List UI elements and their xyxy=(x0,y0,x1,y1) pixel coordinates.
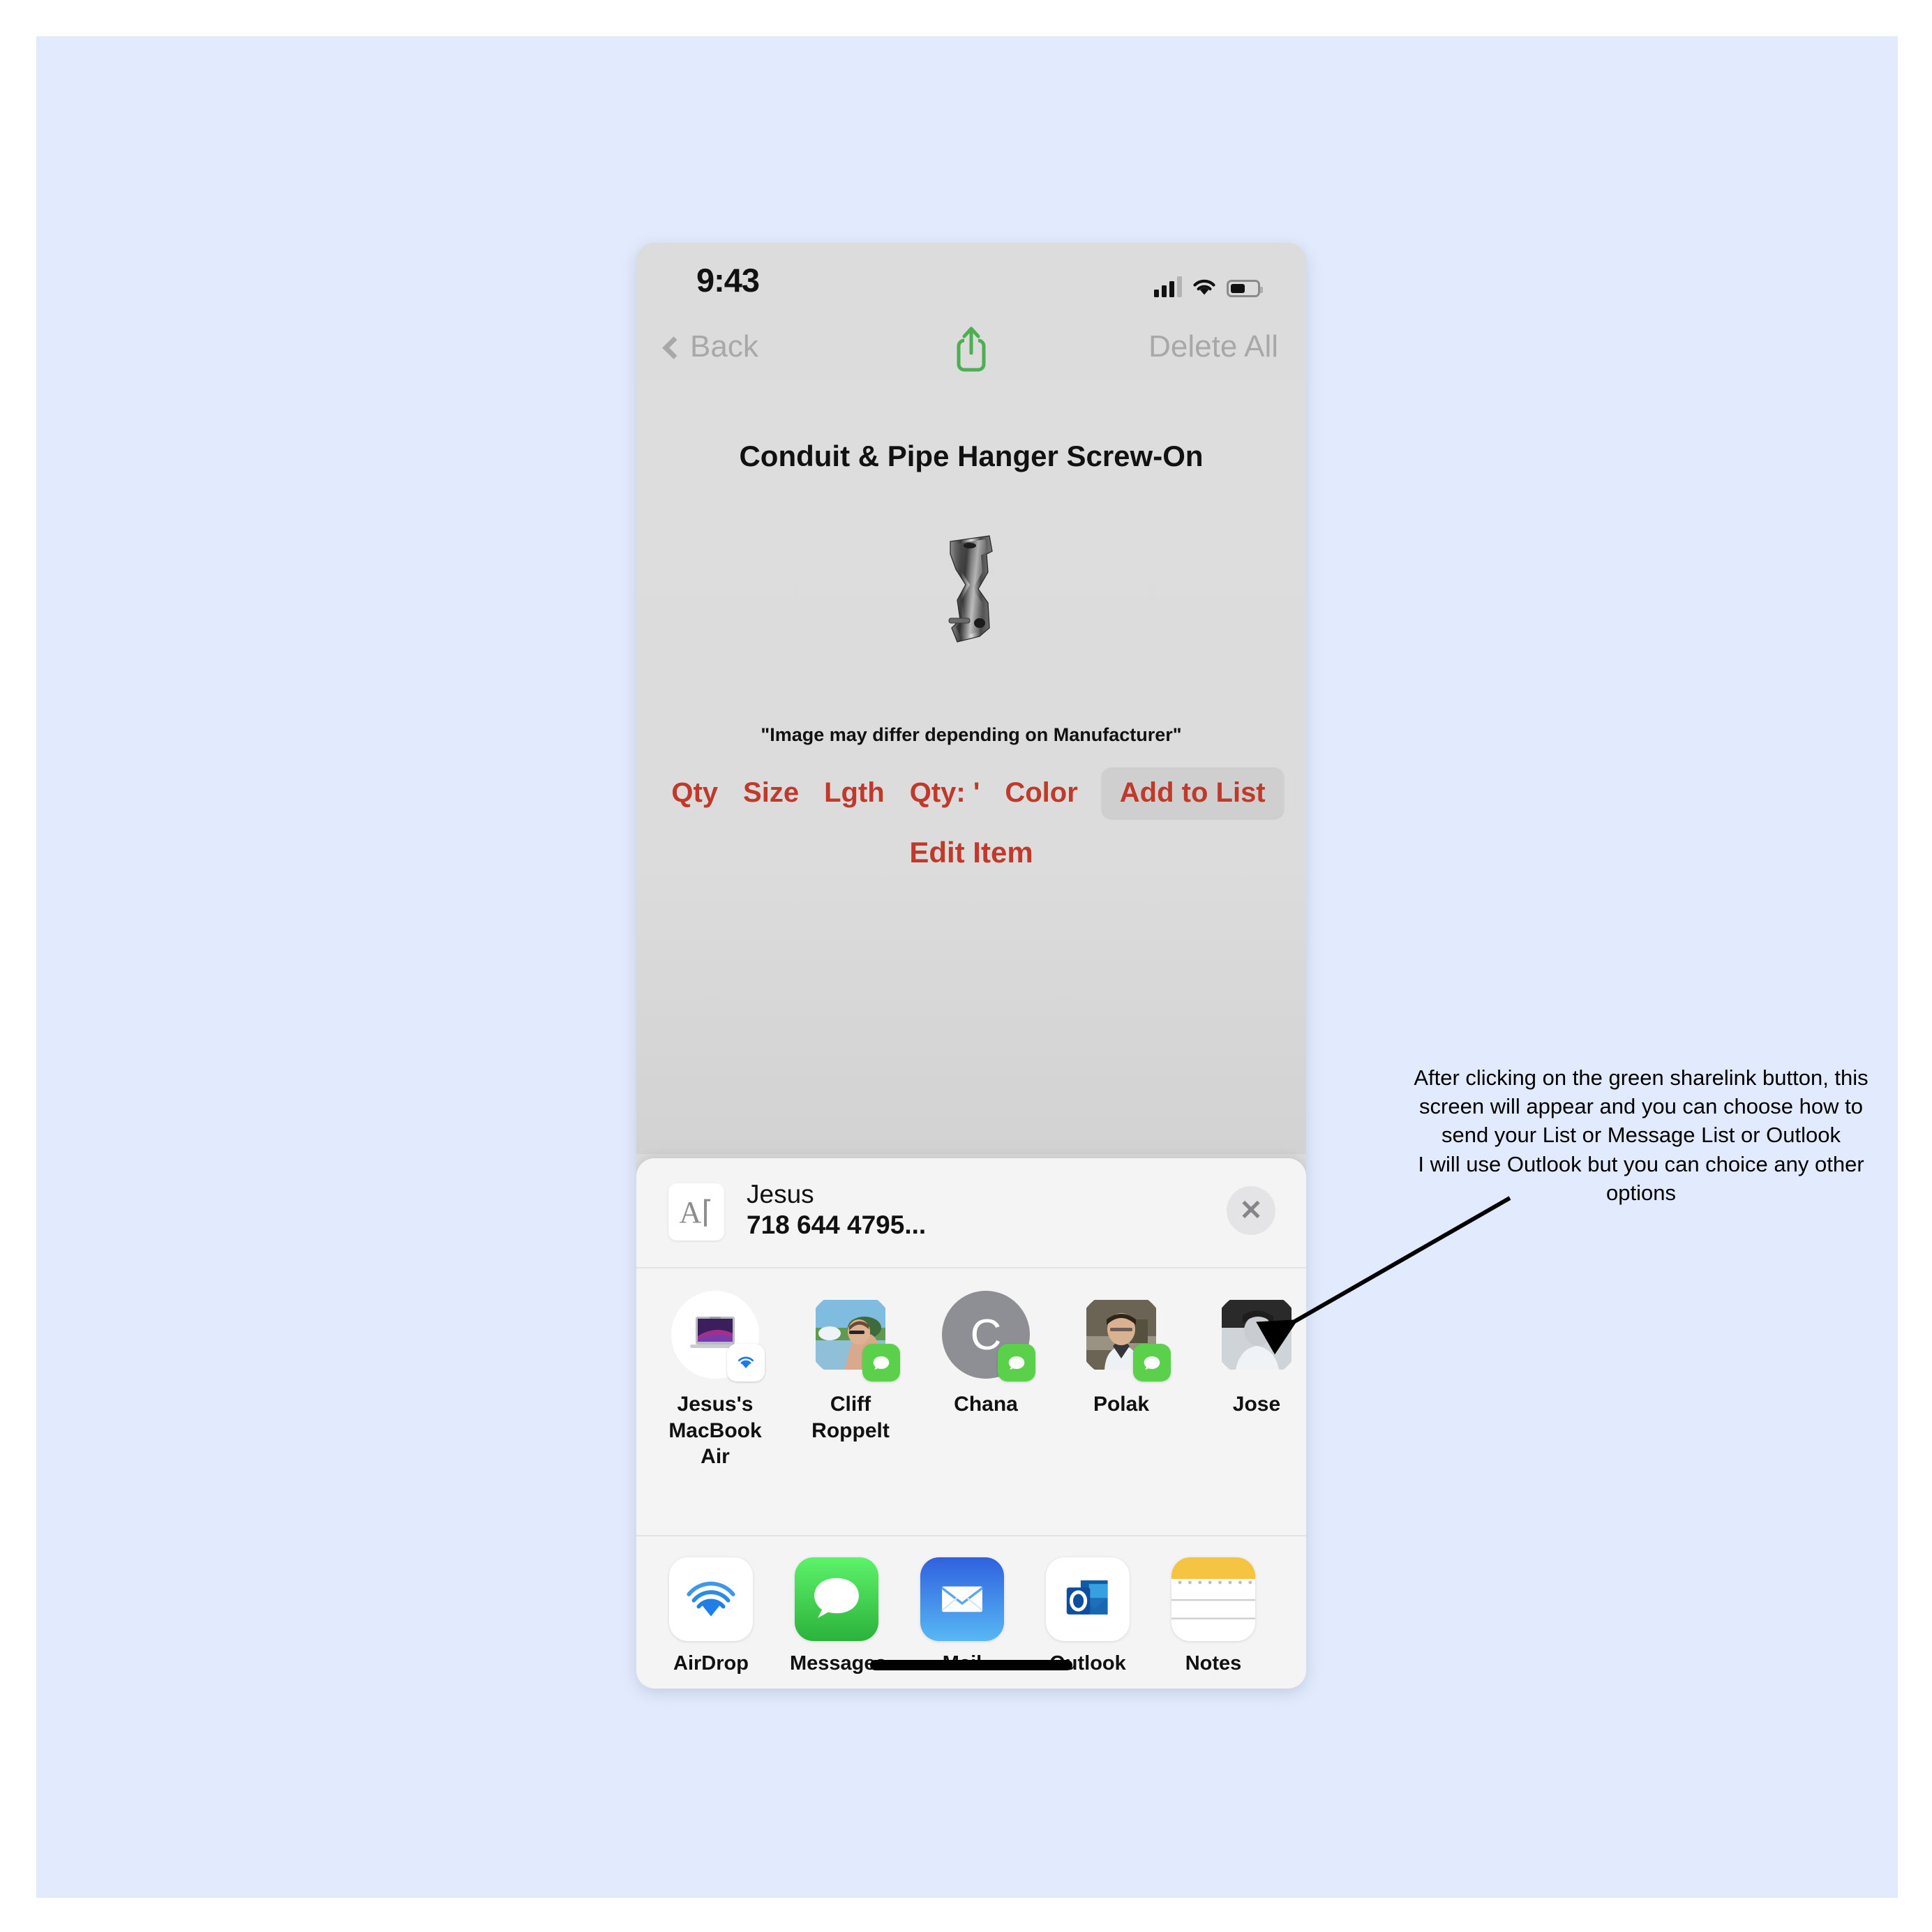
contact-label: Jesus's MacBook Air xyxy=(668,1393,762,1468)
option-qty-value[interactable]: Qty: ' xyxy=(897,777,993,809)
status-clock: 9:43 xyxy=(696,262,760,299)
home-indicator xyxy=(870,1660,1072,1670)
messages-icon xyxy=(795,1557,878,1641)
share-sheet-header: A⌈ Jesus 718 644 4795... ✕ xyxy=(636,1158,1306,1268)
contact-label: Polak xyxy=(1093,1393,1150,1416)
item-title: Conduit & Pipe Hanger Screw-On xyxy=(739,440,1204,472)
wifi-icon xyxy=(1192,278,1217,297)
avatar-wrap xyxy=(671,1291,765,1381)
contact-chana[interactable]: C Chana xyxy=(935,1291,1037,1418)
cellular-signal-icon xyxy=(1154,276,1182,297)
avatar-wrap: C xyxy=(942,1291,1035,1381)
avatar-wrap xyxy=(807,1291,900,1381)
avatar-wrap xyxy=(1077,1291,1171,1381)
option-lgth[interactable]: Lgth xyxy=(811,777,897,809)
status-bar: 9:43 xyxy=(636,243,1306,325)
mail-icon xyxy=(920,1557,1004,1641)
battery-icon xyxy=(1227,280,1263,297)
messages-badge-icon xyxy=(862,1344,900,1381)
contacts-row[interactable]: Jesus's MacBook Air Cliff Roppelt C Chan… xyxy=(636,1268,1306,1536)
share-button[interactable] xyxy=(950,320,992,374)
contact-polak[interactable]: Polak xyxy=(1070,1291,1172,1418)
share-app-outlook[interactable]: Outlook xyxy=(1041,1557,1135,1675)
contact-label: Jose xyxy=(1232,1393,1281,1416)
image-disclaimer: "Image may differ depending on Manufactu… xyxy=(761,724,1182,745)
notes-icon xyxy=(1171,1557,1255,1641)
contact-jesus-macbook-air[interactable]: Jesus's MacBook Air xyxy=(664,1291,766,1470)
delete-all-button[interactable]: Delete All xyxy=(1148,329,1278,364)
messages-badge-icon xyxy=(998,1344,1035,1381)
airdrop-icon xyxy=(669,1557,753,1641)
back-button-label: Back xyxy=(690,329,758,364)
annotation-line-2: screen will appear and you can choose ho… xyxy=(1419,1094,1863,1119)
annotation-arrow xyxy=(1256,1196,1511,1355)
annotation-line-1: After clicking on the green sharelink bu… xyxy=(1414,1065,1869,1090)
share-app-mail[interactable]: Mail xyxy=(915,1557,1009,1675)
option-qty[interactable]: Qty xyxy=(659,777,731,809)
option-size[interactable]: Size xyxy=(731,777,811,809)
product-image xyxy=(929,530,1013,649)
status-indicators xyxy=(1154,267,1263,297)
share-sheet: A⌈ Jesus 718 644 4795... ✕ Jesus's MacBo… xyxy=(636,1158,1306,1688)
share-item-subtitle: 718 644 4795... xyxy=(747,1210,927,1239)
share-icon xyxy=(957,327,986,372)
text-document-icon: A⌈ xyxy=(668,1183,724,1241)
messages-badge-icon xyxy=(1133,1344,1171,1381)
share-app-messages[interactable]: Messages xyxy=(790,1557,887,1675)
option-color[interactable]: Color xyxy=(992,777,1090,809)
share-app-airdrop[interactable]: AirDrop xyxy=(664,1557,758,1675)
share-item-meta: Jesus 718 644 4795... xyxy=(747,1179,926,1240)
share-app-label: AirDrop xyxy=(673,1652,749,1675)
back-button[interactable]: Back xyxy=(662,329,758,364)
contact-cliff-roppelt[interactable]: Cliff Roppelt xyxy=(800,1291,901,1444)
share-item-title: Jesus xyxy=(747,1180,814,1208)
contact-label: Chana xyxy=(954,1393,1018,1416)
avatar-initial: C xyxy=(970,1310,1002,1359)
phone-screen: 9:43 Back Delete All Conduit & Pipe Hang… xyxy=(636,243,1306,1688)
edit-item-button[interactable]: Edit Item xyxy=(636,836,1306,869)
share-app-notes[interactable]: Notes xyxy=(1167,1557,1260,1675)
page-background: 9:43 Back Delete All Conduit & Pipe Hang… xyxy=(36,36,1898,1898)
doc-glyph: A⌈ xyxy=(679,1195,714,1229)
airdrop-badge-icon xyxy=(727,1344,765,1381)
nav-bar: Back Delete All xyxy=(636,325,1306,382)
share-app-label: Messages xyxy=(790,1652,887,1675)
add-to-list-button[interactable]: Add to List xyxy=(1101,767,1284,818)
annotation-line-3: send your List or Message List or Outloo… xyxy=(1441,1123,1841,1148)
outlook-icon xyxy=(1046,1557,1130,1641)
item-option-row: Qty Size Lgth Qty: ' Color Add to List xyxy=(636,767,1306,818)
item-detail-panel: Conduit & Pipe Hanger Screw-On "Image ma… xyxy=(636,382,1306,1154)
chevron-left-icon xyxy=(662,336,685,359)
share-app-label: Notes xyxy=(1185,1652,1242,1675)
contact-label: Cliff Roppelt xyxy=(811,1393,890,1442)
